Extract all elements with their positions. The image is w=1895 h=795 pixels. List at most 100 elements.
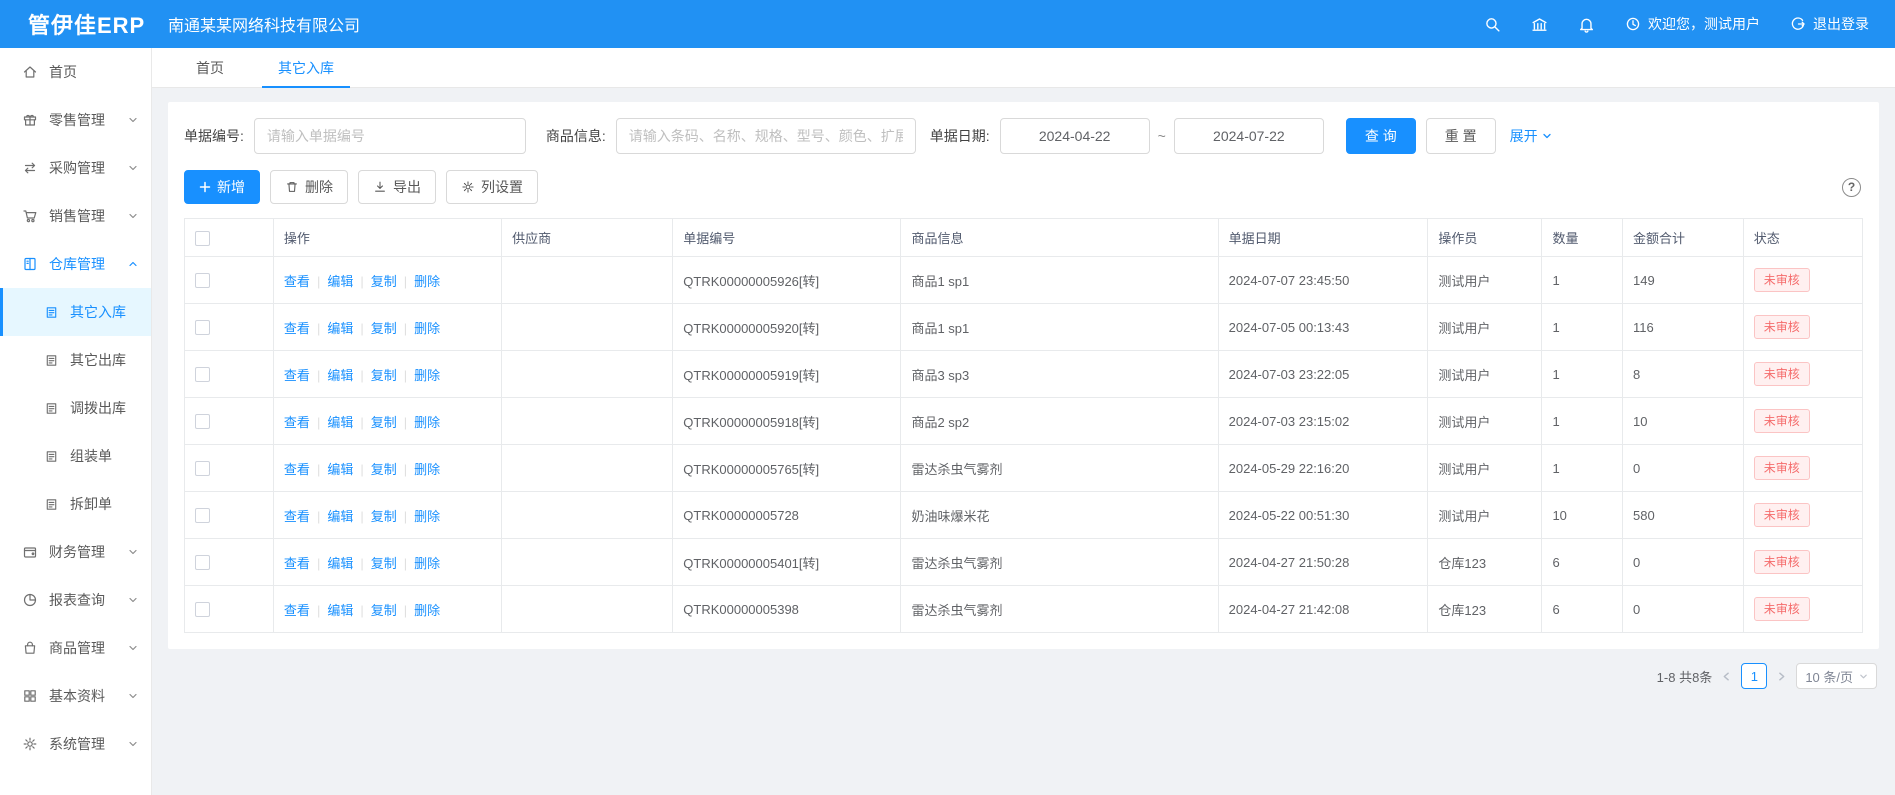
sidebar-item-home[interactable]: 首页	[0, 48, 151, 96]
date-end-input[interactable]: 2024-07-22	[1174, 118, 1324, 154]
sidebar-item-transfer-outbound[interactable]: 调拨出库	[0, 384, 151, 432]
date-start-input[interactable]: 2024-04-22	[1000, 118, 1150, 154]
bank-icon[interactable]	[1531, 16, 1548, 33]
row-action-delete[interactable]: 删除	[414, 509, 440, 524]
row-action-edit[interactable]: 编辑	[327, 603, 353, 618]
sidebar-item-other-inbound[interactable]: 其它入库	[0, 288, 151, 336]
row-action-edit[interactable]: 编辑	[327, 274, 353, 289]
row-action-delete[interactable]: 删除	[414, 274, 440, 289]
row-action-view[interactable]: 查看	[284, 368, 310, 383]
row-action-copy[interactable]: 复制	[371, 368, 397, 383]
row-action-edit[interactable]: 编辑	[327, 556, 353, 571]
doc-no-input[interactable]	[254, 118, 526, 154]
row-action-view[interactable]: 查看	[284, 556, 310, 571]
row-action-view[interactable]: 查看	[284, 321, 310, 336]
sidebar-item-finance[interactable]: 财务管理	[0, 528, 151, 576]
row-action-edit[interactable]: 编辑	[327, 321, 353, 336]
row-checkbox[interactable]	[195, 602, 210, 617]
page-size-select[interactable]: 10 条/页	[1796, 663, 1877, 689]
row-checkbox[interactable]	[195, 367, 210, 382]
sidebar-item-reports[interactable]: 报表查询	[0, 576, 151, 624]
sidebar-item-assembly[interactable]: 组装单	[0, 432, 151, 480]
select-all-checkbox[interactable]	[195, 231, 210, 246]
column-settings-button[interactable]: 列设置	[446, 170, 538, 204]
row-checkbox[interactable]	[195, 461, 210, 476]
row-checkbox[interactable]	[195, 273, 210, 288]
action-divider: |	[317, 368, 320, 383]
bell-icon[interactable]	[1578, 16, 1595, 33]
row-action-edit[interactable]: 编辑	[327, 368, 353, 383]
delete-button[interactable]: 删除	[270, 170, 348, 204]
cell-operator: 测试用户	[1428, 304, 1542, 351]
expand-link[interactable]: 展开	[1510, 126, 1552, 146]
sidebar-item-products[interactable]: 商品管理	[0, 624, 151, 672]
row-action-copy[interactable]: 复制	[371, 274, 397, 289]
sidebar-item-disassembly[interactable]: 拆卸单	[0, 480, 151, 528]
row-action-view[interactable]: 查看	[284, 603, 310, 618]
cell-status: 未审核	[1743, 586, 1862, 633]
row-action-edit[interactable]: 编辑	[327, 415, 353, 430]
row-checkbox[interactable]	[195, 555, 210, 570]
trash-icon	[285, 180, 299, 194]
row-checkbox-cell	[185, 351, 274, 398]
cell-qty: 1	[1542, 351, 1623, 398]
row-action-edit[interactable]: 编辑	[327, 509, 353, 524]
topbar: 管伊佳ERP 南通某某网络科技有限公司 欢迎您，测试用户	[0, 0, 1895, 48]
row-action-view[interactable]: 查看	[284, 274, 310, 289]
inbound-table: 操作 供应商 单据编号 商品信息 单据日期 操作员 数量 金额合计 状态 查看|…	[184, 218, 1863, 633]
add-button[interactable]: 新增	[184, 170, 260, 204]
tab-other-inbound[interactable]: 其它入库	[262, 48, 350, 87]
row-action-view[interactable]: 查看	[284, 415, 310, 430]
sidebar-item-label: 其它出库	[70, 350, 126, 370]
row-action-delete[interactable]: 删除	[414, 556, 440, 571]
action-divider: |	[404, 415, 407, 430]
table-row: 查看|编辑|复制|删除QTRK00000005398雷达杀虫气雾剂2024-04…	[185, 586, 1863, 633]
product-info-input[interactable]	[616, 118, 916, 154]
status-badge: 未审核	[1754, 409, 1810, 434]
sidebar-item-warehouse[interactable]: 仓库管理	[0, 240, 151, 288]
action-divider: |	[360, 274, 363, 289]
export-button[interactable]: 导出	[358, 170, 436, 204]
home-icon	[22, 64, 38, 80]
next-page-icon[interactable]	[1776, 671, 1787, 682]
cell-amount: 116	[1622, 304, 1743, 351]
sidebar-item-system[interactable]: 系统管理	[0, 720, 151, 768]
sidebar-item-other-outbound[interactable]: 其它出库	[0, 336, 151, 384]
prev-page-icon[interactable]	[1721, 671, 1732, 682]
reset-button[interactable]: 重 置	[1426, 118, 1496, 154]
row-action-delete[interactable]: 删除	[414, 368, 440, 383]
search-button[interactable]: 查 询	[1346, 118, 1416, 154]
help-icon[interactable]: ?	[1842, 178, 1861, 197]
row-action-copy[interactable]: 复制	[371, 509, 397, 524]
page-number-1[interactable]: 1	[1741, 663, 1767, 689]
tab-home[interactable]: 首页	[180, 48, 240, 87]
row-action-delete[interactable]: 删除	[414, 603, 440, 618]
row-action-copy[interactable]: 复制	[371, 462, 397, 477]
row-action-copy[interactable]: 复制	[371, 321, 397, 336]
row-action-delete[interactable]: 删除	[414, 415, 440, 430]
search-icon[interactable]	[1484, 16, 1501, 33]
content: 单据编号: 商品信息: 单据日期: 2024-04-22 ~ 2024-07-2…	[152, 88, 1895, 703]
row-action-delete[interactable]: 删除	[414, 462, 440, 477]
logout-icon	[1790, 16, 1806, 32]
row-action-copy[interactable]: 复制	[371, 556, 397, 571]
row-action-view[interactable]: 查看	[284, 462, 310, 477]
sidebar-item-sales[interactable]: 销售管理	[0, 192, 151, 240]
sidebar-item-retail[interactable]: 零售管理	[0, 96, 151, 144]
header-supplier: 供应商	[502, 219, 673, 257]
row-checkbox[interactable]	[195, 320, 210, 335]
row-action-delete[interactable]: 删除	[414, 321, 440, 336]
row-action-copy[interactable]: 复制	[371, 603, 397, 618]
row-action-edit[interactable]: 编辑	[327, 462, 353, 477]
action-divider: |	[404, 462, 407, 477]
logout-button[interactable]: 退出登录	[1790, 14, 1869, 34]
sidebar-item-purchase[interactable]: 采购管理	[0, 144, 151, 192]
row-action-view[interactable]: 查看	[284, 509, 310, 524]
sidebar-item-basic-data[interactable]: 基本资料	[0, 672, 151, 720]
welcome-user[interactable]: 欢迎您，测试用户	[1625, 14, 1760, 34]
row-checkbox-cell	[185, 492, 274, 539]
doc-no-label: 单据编号:	[184, 126, 244, 146]
row-checkbox[interactable]	[195, 508, 210, 523]
row-action-copy[interactable]: 复制	[371, 415, 397, 430]
row-checkbox[interactable]	[195, 414, 210, 429]
